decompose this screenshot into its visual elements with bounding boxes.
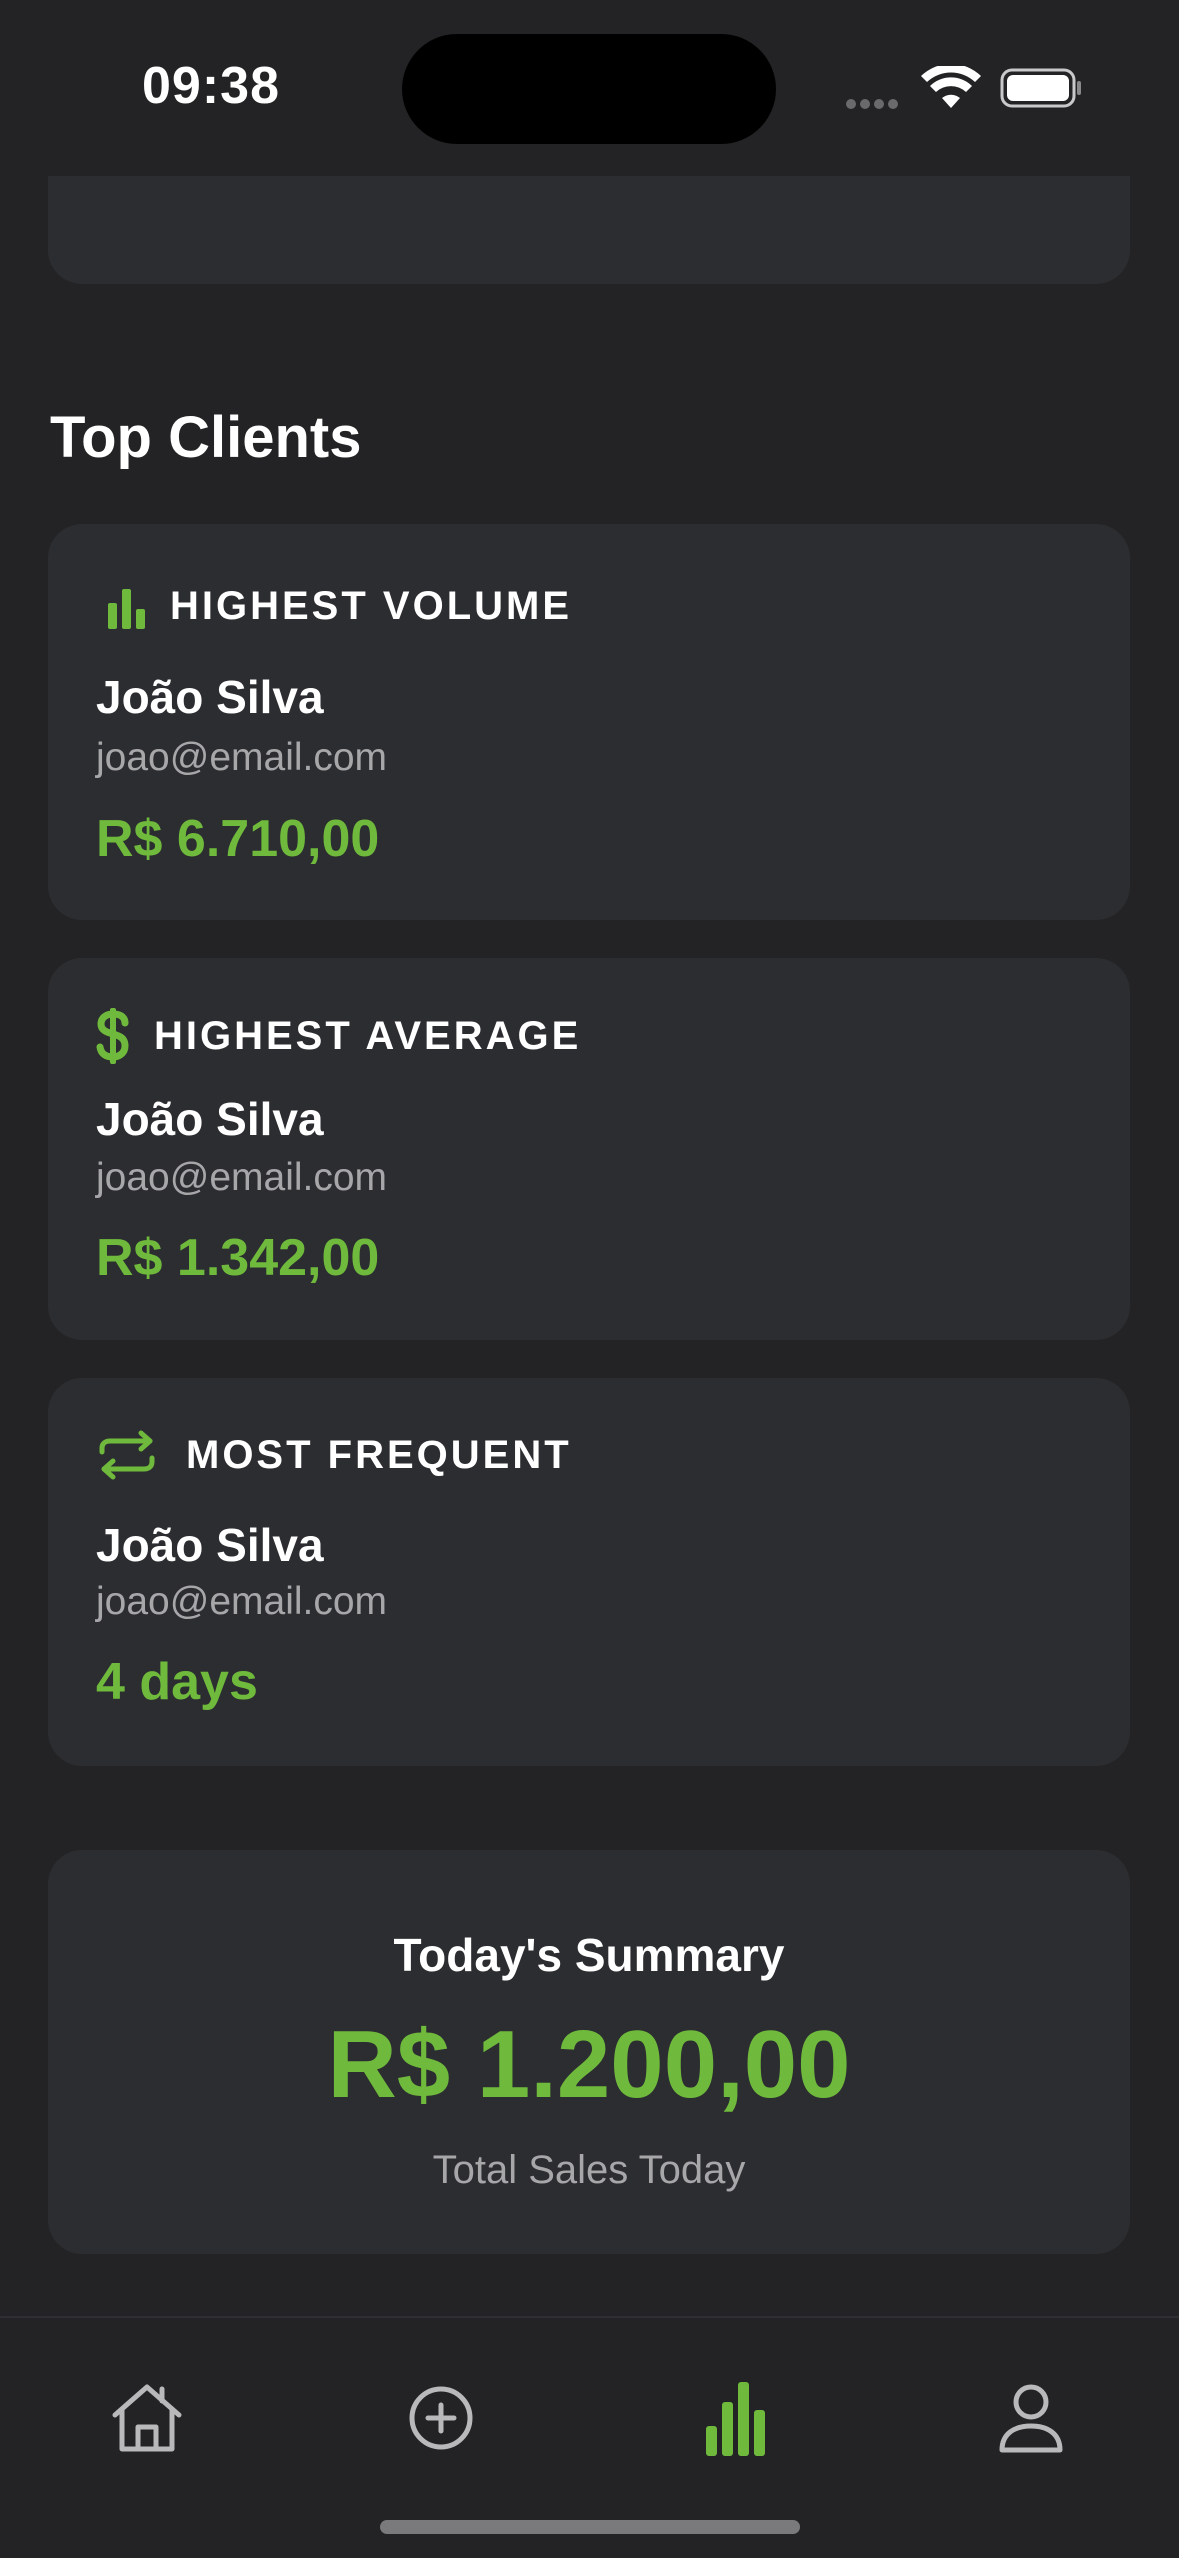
today-summary-card: Today's Summary R$ 1.200,00 Total Sales …: [48, 1850, 1130, 2254]
status-time: 09:38: [142, 57, 280, 115]
tab-add[interactable]: [391, 2368, 491, 2468]
card-label: MOST FREQUENT: [186, 1432, 572, 1477]
summary-total-value: R$ 1.200,00: [327, 2011, 851, 2118]
card-label: HIGHEST VOLUME: [170, 584, 573, 628]
stats-icon: [706, 2382, 765, 2456]
client-card-highest-volume[interactable]: HIGHEST VOLUME João Silva joao@email.com…: [48, 524, 1130, 920]
client-email: joao@email.com: [96, 1580, 388, 1623]
dynamic-island: [402, 34, 776, 144]
status-bar: 09:38: [0, 0, 1179, 176]
client-metric-value: 4 days: [96, 1653, 258, 1711]
tab-stats[interactable]: [687, 2368, 787, 2468]
section-title-top-clients: Top Clients: [50, 405, 362, 470]
tab-bar: [0, 2316, 1179, 2558]
tab-profile[interactable]: [981, 2368, 1081, 2468]
repeat-icon: [96, 1430, 158, 1480]
client-metric-value: R$ 6.710,00: [96, 810, 380, 868]
card-header: HIGHEST AVERAGE: [96, 1006, 581, 1066]
card-label: HIGHEST AVERAGE: [154, 1013, 582, 1058]
profile-icon: [999, 2384, 1063, 2453]
battery-icon: [1000, 68, 1081, 108]
card-header: MOST FREQUENT: [96, 1430, 572, 1480]
client-card-highest-average[interactable]: HIGHEST AVERAGE João Silva joao@email.co…: [48, 958, 1130, 1340]
home-indicator[interactable]: [380, 2520, 800, 2534]
bar-chart-icon: [96, 585, 148, 629]
client-name: João Silva: [96, 1093, 324, 1145]
summary-title: Today's Summary: [393, 1929, 785, 1981]
home-icon: [112, 2384, 182, 2452]
client-email: joao@email.com: [96, 736, 388, 779]
wifi-icon: [921, 66, 981, 108]
add-circle-icon: [409, 2386, 473, 2450]
client-name: João Silva: [96, 671, 324, 723]
summary-caption: Total Sales Today: [432, 2148, 746, 2192]
client-email: joao@email.com: [96, 1156, 388, 1199]
card-header: HIGHEST VOLUME: [96, 584, 572, 629]
dollar-icon: [96, 1006, 130, 1066]
client-card-most-frequent[interactable]: MOST FREQUENT João Silva joao@email.com …: [48, 1378, 1130, 1766]
tab-home[interactable]: [97, 2368, 197, 2468]
cellular-signal-icon: [846, 96, 902, 114]
client-name: João Silva: [96, 1519, 324, 1571]
client-metric-value: R$ 1.342,00: [96, 1229, 380, 1287]
